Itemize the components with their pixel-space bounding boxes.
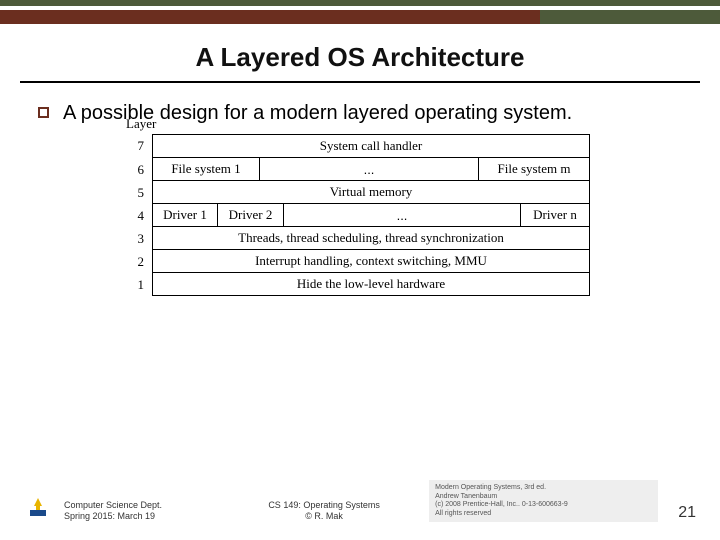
footer-author: © R. Mak — [231, 511, 417, 522]
layer-number: 4 — [130, 208, 152, 224]
layer-row-1: 1 Hide the low-level hardware — [130, 273, 590, 296]
slide-footer: Computer Science Dept. Spring 2015: Marc… — [0, 480, 720, 522]
layer-column-heading: Layer — [126, 116, 156, 132]
footer-left: Computer Science Dept. Spring 2015: Marc… — [64, 500, 219, 522]
layer-number: 5 — [130, 185, 152, 201]
ellipsis: ... — [260, 158, 478, 181]
layer-box: System call handler — [152, 134, 590, 158]
layer-box: Virtual memory — [152, 181, 590, 204]
title-underline — [20, 81, 700, 83]
layer-box: Interrupt handling, context switching, M… — [152, 250, 590, 273]
layer-box: Hide the low-level hardware — [152, 273, 590, 296]
citation-title: Modern Operating Systems, 3rd ed. — [435, 484, 652, 492]
layer-row-4: 4 Driver 1 Driver 2 ... Driver n — [130, 204, 590, 227]
layer-box: Driver 1 — [152, 204, 218, 227]
university-logo-icon — [24, 494, 52, 522]
layer-box: Driver n — [520, 204, 590, 227]
footer-center: CS 149: Operating Systems © R. Mak — [231, 500, 417, 522]
square-bullet-icon — [38, 107, 49, 118]
layer-box: Driver 2 — [218, 204, 284, 227]
layer-row-3: 3 Threads, thread scheduling, thread syn… — [130, 227, 590, 250]
footer-date: Spring 2015: March 19 — [64, 511, 219, 522]
citation-pub: (c) 2008 Prentice-Hall, Inc.. 0-13-60066… — [435, 501, 652, 509]
layer-number: 3 — [130, 231, 152, 247]
layer-number: 7 — [130, 138, 152, 154]
citation-rights: All rights reserved — [435, 510, 652, 518]
footer-citation: Modern Operating Systems, 3rd ed. Andrew… — [429, 480, 658, 522]
layer-row-5: 5 Virtual memory — [130, 181, 590, 204]
layer-row-2: 2 Interrupt handling, context switching,… — [130, 250, 590, 273]
footer-dept: Computer Science Dept. — [64, 500, 219, 511]
layer-row-7: 7 System call handler — [130, 134, 590, 158]
layer-row-6: 6 File system 1 ... File system m — [130, 158, 590, 181]
page-number: 21 — [678, 504, 696, 522]
layer-box: File system m — [478, 158, 590, 181]
layer-diagram: Layer 7 System call handler 6 File syste… — [130, 134, 590, 296]
layer-box: Threads, thread scheduling, thread synch… — [152, 227, 590, 250]
ellipsis: ... — [284, 204, 520, 227]
citation-author: Andrew Tanenbaum — [435, 493, 652, 501]
layer-number: 6 — [130, 162, 152, 178]
decorative-top-bars — [0, 0, 720, 24]
footer-course: CS 149: Operating Systems — [231, 500, 417, 511]
layer-number: 2 — [130, 254, 152, 270]
layer-number: 1 — [130, 277, 152, 293]
layer-box: File system 1 — [152, 158, 260, 181]
slide-title: A Layered OS Architecture — [0, 42, 720, 73]
